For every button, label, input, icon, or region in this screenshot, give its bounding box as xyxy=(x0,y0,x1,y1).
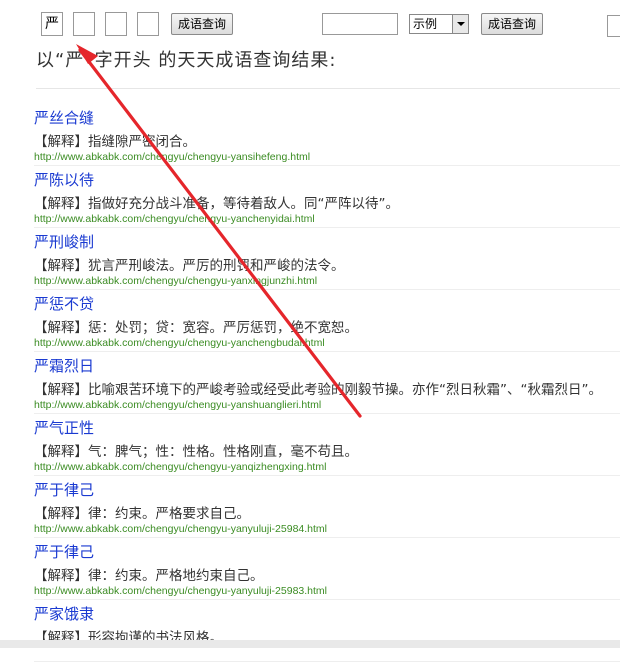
idiom-link[interactable]: 严陈以待 xyxy=(34,169,94,190)
keyword-input[interactable] xyxy=(322,13,398,35)
list-item: 严家饿隶 【解释】形容拘谨的书法风格。 xyxy=(34,600,620,662)
idiom-url[interactable]: http://www.abkabk.com/chengyu/chengyu-ya… xyxy=(34,585,327,597)
bottom-scrollbar[interactable] xyxy=(0,640,620,648)
search-toolbar: 严 成语查询 示例 成语查询 xyxy=(0,0,620,40)
idiom-link[interactable]: 严刑峻制 xyxy=(34,231,94,252)
idiom-link[interactable]: 严于律己 xyxy=(34,479,94,500)
idiom-explanation: 【解释】惩：处罚；贷：宽容。严厉惩罚，绝不宽恕。 xyxy=(34,320,358,336)
char-box-4[interactable] xyxy=(137,12,159,36)
idiom-explanation: 【解释】气：脾气；性：性格。性格刚直，毫不苟且。 xyxy=(34,444,358,460)
results-list: 严丝合缝 【解释】指缝隙严密闭合。 http://www.abkabk.com/… xyxy=(0,104,620,662)
idiom-url[interactable]: http://www.abkabk.com/chengyu/chengyu-ya… xyxy=(34,151,310,163)
list-item: 严刑峻制 【解释】犹言严刑峻法。严厉的刑罚和严峻的法令。 http://www.… xyxy=(34,228,620,290)
chevron-down-icon[interactable] xyxy=(452,15,468,33)
list-item: 严气正性 【解释】气：脾气；性：性格。性格刚直，毫不苟且。 http://www… xyxy=(34,414,620,476)
idiom-query-button-2[interactable]: 成语查询 xyxy=(481,13,544,35)
list-item: 严陈以待 【解释】指做好充分战斗准备，等待着敌人。同“严阵以待”。 http:/… xyxy=(34,166,620,228)
char-box-1[interactable]: 严 xyxy=(41,12,63,36)
idiom-explanation: 【解释】律：约束。严格地约束自己。 xyxy=(34,568,264,584)
page-title: 以“严”字开头 的天天成语查询结果: xyxy=(36,50,337,71)
idiom-url[interactable]: http://www.abkabk.com/chengyu/chengyu-ya… xyxy=(34,275,317,287)
idiom-link[interactable]: 严家饿隶 xyxy=(34,603,94,624)
list-item: 严丝合缝 【解释】指缝隙严密闭合。 http://www.abkabk.com/… xyxy=(34,104,620,166)
idiom-url[interactable]: http://www.abkabk.com/chengyu/chengyu-ya… xyxy=(34,523,327,535)
idiom-link[interactable]: 严霜烈日 xyxy=(34,355,94,376)
idiom-link[interactable]: 严惩不贷 xyxy=(34,293,94,314)
idiom-explanation: 【解释】指缝隙严密闭合。 xyxy=(34,134,196,150)
title-divider xyxy=(36,88,620,89)
list-item: 严惩不贷 【解释】惩：处罚；贷：宽容。严厉惩罚，绝不宽恕。 http://www… xyxy=(34,290,620,352)
idiom-explanation: 【解释】犹言严刑峻法。严厉的刑罚和严峻的法令。 xyxy=(34,258,345,274)
idiom-link[interactable]: 严于律己 xyxy=(34,541,94,562)
idiom-explanation: 【解释】比喻艰苦环境下的严峻考验或经受此考验的刚毅节操。亦作“烈日秋霜”、“秋霜… xyxy=(34,382,602,398)
idiom-url[interactable]: http://www.abkabk.com/chengyu/chengyu-ya… xyxy=(34,461,326,473)
edge-input[interactable] xyxy=(607,15,620,37)
idiom-url[interactable]: http://www.abkabk.com/chengyu/chengyu-ya… xyxy=(34,337,325,349)
char-box-3[interactable] xyxy=(105,12,127,36)
list-item: 严霜烈日 【解释】比喻艰苦环境下的严峻考验或经受此考验的刚毅节操。亦作“烈日秋霜… xyxy=(34,352,620,414)
char-box-2[interactable] xyxy=(73,12,95,36)
idiom-link[interactable]: 严丝合缝 xyxy=(34,107,94,128)
idiom-url[interactable]: http://www.abkabk.com/chengyu/chengyu-ya… xyxy=(34,399,321,411)
idiom-explanation: 【解释】律：约束。严格要求自己。 xyxy=(34,506,250,522)
list-item: 严于律己 【解释】律：约束。严格地约束自己。 http://www.abkabk… xyxy=(34,538,620,600)
idiom-query-button[interactable]: 成语查询 xyxy=(171,13,234,35)
idiom-url[interactable]: http://www.abkabk.com/chengyu/chengyu-ya… xyxy=(34,213,315,225)
list-item: 严于律己 【解释】律：约束。严格要求自己。 http://www.abkabk.… xyxy=(34,476,620,538)
idiom-link[interactable]: 严气正性 xyxy=(34,417,94,438)
mode-select[interactable]: 示例 xyxy=(409,14,469,34)
idiom-explanation: 【解释】指做好充分战斗准备，等待着敌人。同“严阵以待”。 xyxy=(34,196,399,212)
mode-select-value: 示例 xyxy=(413,17,438,31)
